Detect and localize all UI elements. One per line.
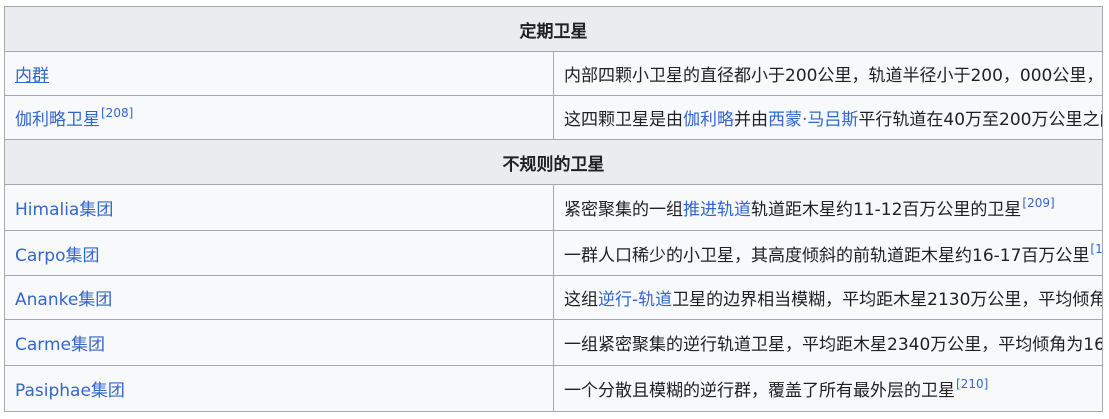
section-header-row: 定期卫星 xyxy=(4,6,1103,52)
moons-table-body: 定期卫星内群 内部四颗小卫星的直径都小于200公里，轨道半径小于200，000公里… xyxy=(4,6,1103,412)
description-text: 并由 xyxy=(734,110,768,130)
citation-link[interactable]: [208] xyxy=(101,106,133,120)
group-description-cell: 一个分散且模糊的逆行群，覆盖了所有最外层的卫星[210] xyxy=(553,365,1103,412)
table-row: Carpo集团 一群人口稀少的小卫星，其高度倾斜的前轨道距木星约16-17百万公里… xyxy=(4,230,1103,276)
group-name-cell: 内群 xyxy=(4,51,554,96)
description-text: 这四颗卫星是由 xyxy=(564,110,683,130)
group-name-cell: Carpo集团 xyxy=(4,230,554,276)
group-name-cell: Ananke集团 xyxy=(4,275,554,320)
citation: [198] xyxy=(1090,242,1101,256)
group-name-link[interactable]: 伽利略卫星 xyxy=(15,110,100,130)
group-name-cell: Pasiphae集团 xyxy=(4,365,554,412)
table-row: Ananke集团 这组逆行-轨道卫星的边界相当模糊，平均距木星2130万公里，平均… xyxy=(4,275,1103,320)
group-name-link[interactable]: Pasiphae集团 xyxy=(15,381,125,401)
group-name-link[interactable]: Ananke集团 xyxy=(15,290,112,310)
group-name-cell: 伽利略卫星[208] xyxy=(4,95,554,140)
group-description-cell: 一组紧密聚集的逆行轨道卫星，平均距木星2340万公里，平均倾角为165度[206… xyxy=(553,319,1103,366)
description-text: 内部四颗小卫星的直径都小于200公里，轨道半径小于200，000公里，轨道倾角小… xyxy=(564,66,1103,86)
inline-link[interactable]: 西蒙·马吕斯 xyxy=(768,110,858,130)
description-text: 轨道距木星约11-12百万公里的卫星 xyxy=(751,200,1022,220)
description-text: 一个分散且模糊的逆行群，覆盖了所有最外层的卫星 xyxy=(564,381,955,401)
section-title: 不规则的卫星 xyxy=(4,139,1103,185)
section-title: 定期卫星 xyxy=(4,6,1103,52)
description-text: 平行轨道在40万至200万公里之间，是太阳系中最大的卫星之一。 xyxy=(858,110,1101,130)
group-description-cell: 这四颗卫星是由伽利略并由西蒙·马吕斯平行轨道在40万至200万公里之间，是太阳系… xyxy=(553,95,1103,140)
description-text: 一组紧密聚集的逆行轨道卫星，平均距木星2340万公里，平均倾角为165度 xyxy=(564,335,1103,355)
description-text: 这组 xyxy=(564,290,598,310)
group-description-cell: 内部四颗小卫星的直径都小于200公里，轨道半径小于200，000公里，轨道倾角小… xyxy=(553,51,1103,96)
citation-link[interactable]: [198] xyxy=(1090,242,1101,256)
citation: [209] xyxy=(1022,196,1054,210)
inline-link[interactable]: 伽利略 xyxy=(683,110,734,130)
table-row: 内群 内部四颗小卫星的直径都小于200公里，轨道半径小于200，000公里，轨道倾… xyxy=(4,51,1103,96)
group-name-cell: Himalia集团 xyxy=(4,184,554,231)
citation: [210] xyxy=(956,377,988,391)
citation-link[interactable]: [209] xyxy=(1022,196,1054,210)
group-name-link[interactable]: Himalia集团 xyxy=(15,200,113,220)
inline-link[interactable]: 逆行-轨道 xyxy=(598,290,672,310)
table-row: Pasiphae集团 一个分散且模糊的逆行群，覆盖了所有最外层的卫星[210] xyxy=(4,365,1103,412)
table-row: 伽利略卫星[208] 这四颗卫星是由伽利略并由西蒙·马吕斯平行轨道在40万至200… xyxy=(4,95,1103,140)
table-row: Carme集团 一组紧密聚集的逆行轨道卫星，平均距木星2340万公里，平均倾角为1… xyxy=(4,319,1103,366)
moons-table: 定期卫星内群 内部四颗小卫星的直径都小于200公里，轨道半径小于200，000公里… xyxy=(4,6,1103,412)
description-text: 紧密聚集的一组 xyxy=(564,200,683,220)
citation: [208] xyxy=(101,106,133,120)
group-description-cell: 这组逆行-轨道卫星的边界相当模糊，平均距木星2130万公里，平均倾角为149度。… xyxy=(553,275,1103,320)
citation-link[interactable]: [210] xyxy=(956,377,988,391)
group-name-link[interactable]: Carpo集团 xyxy=(15,246,99,266)
description-text: 卫星的边界相当模糊，平均距木星2130万公里，平均倾角为149度。 xyxy=(672,290,1101,310)
group-name-link[interactable]: 内群 xyxy=(15,66,49,86)
group-description-cell: 一群人口稀少的小卫星，其高度倾斜的前轨道距木星约16-17百万公里[198] xyxy=(553,230,1103,276)
inline-link[interactable]: 推进轨道 xyxy=(683,200,751,220)
group-description-cell: 紧密聚集的一组推进轨道轨道距木星约11-12百万公里的卫星[209] xyxy=(553,184,1103,231)
group-name-cell: Carme集团 xyxy=(4,319,554,366)
table-row: Himalia集团 紧密聚集的一组推进轨道轨道距木星约11-12百万公里的卫星[2… xyxy=(4,184,1103,231)
group-name-link[interactable]: Carme集团 xyxy=(15,335,105,355)
description-text: 一群人口稀少的小卫星，其高度倾斜的前轨道距木星约16-17百万公里 xyxy=(564,245,1090,266)
section-header-row: 不规则的卫星 xyxy=(4,139,1103,185)
